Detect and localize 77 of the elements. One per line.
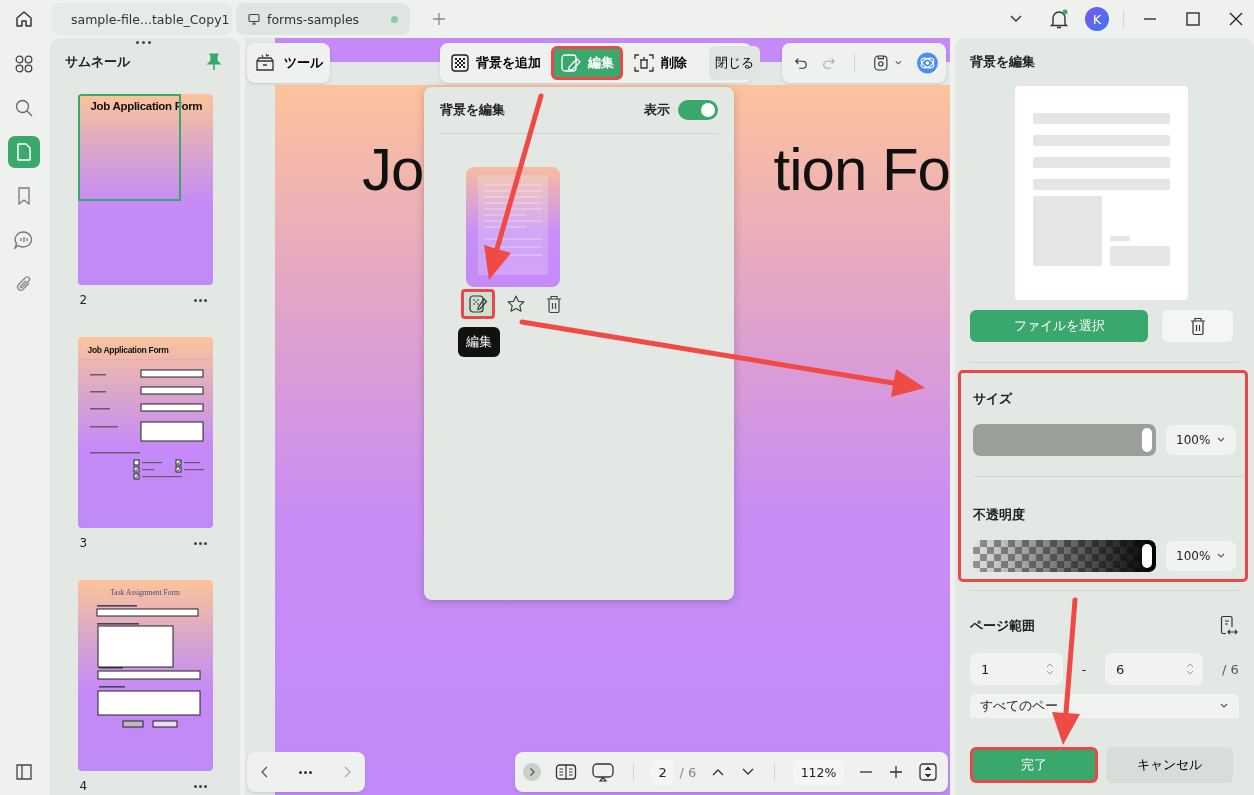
- document-tab[interactable]: forms-samples: [236, 3, 410, 35]
- background-thumbnail[interactable]: [466, 167, 560, 287]
- close-button[interactable]: [1228, 11, 1244, 27]
- show-toggle[interactable]: [678, 100, 718, 120]
- page-number: 3: [79, 536, 88, 550]
- panel-title: サムネール: [65, 53, 130, 71]
- star-icon: [506, 294, 526, 314]
- checkered-icon: [450, 53, 470, 73]
- toolbar-button[interactable]: 削除: [627, 46, 693, 80]
- trash-icon: [545, 294, 563, 314]
- zoom-in-icon[interactable]: [888, 764, 905, 780]
- remove-background-icon: [633, 53, 655, 73]
- toolbar-button[interactable]: 閉じる: [709, 46, 760, 80]
- page-range-label: ページ範囲: [970, 618, 1035, 634]
- edit-background-icon: [560, 53, 582, 73]
- status-dot: [391, 15, 398, 23]
- page-total: / 6: [1222, 661, 1239, 677]
- notification-bell-icon[interactable]: [1049, 8, 1069, 30]
- size-label: サイズ: [973, 391, 1014, 407]
- chevron-down-icon[interactable]: [1009, 14, 1023, 24]
- drag-handle-icon[interactable]: [136, 41, 151, 44]
- page-thumbnail[interactable]: Job Application Form: [77, 337, 213, 528]
- range-separator: -: [1080, 661, 1088, 677]
- page-scope-dropdown[interactable]: すべてのペー: [970, 694, 1239, 718]
- edit-background-icon: [468, 294, 488, 314]
- bookmark-icon: [16, 186, 32, 206]
- toolbox-icon: [254, 53, 276, 73]
- size-slider[interactable]: [973, 424, 1156, 456]
- home-icon: [14, 9, 34, 29]
- maximize-button[interactable]: [1185, 11, 1201, 27]
- page-number: 4: [79, 779, 88, 793]
- comment-icon: [13, 230, 35, 250]
- opacity-label: 不透明度: [973, 507, 1026, 523]
- page-number-field[interactable]: 2: [651, 759, 674, 785]
- toggle-label: 表示: [644, 101, 670, 119]
- popup-title: 背景を編集: [440, 101, 506, 119]
- panel-title: 背景を編集: [970, 53, 1036, 71]
- tooltip: 編集: [458, 327, 500, 357]
- ai-assistant-icon[interactable]: [917, 51, 938, 75]
- fit-page-icon[interactable]: [917, 762, 938, 782]
- edit-action-button[interactable]: [461, 289, 495, 319]
- sidebar-pages-button[interactable]: [8, 136, 40, 168]
- stepper-icon: [1185, 661, 1195, 677]
- page-total: / 6: [679, 764, 697, 780]
- page-swap-icon[interactable]: [1219, 615, 1239, 637]
- user-avatar[interactable]: K: [1085, 7, 1109, 31]
- page-heading: Jo: [362, 135, 424, 205]
- save-icon[interactable]: [872, 53, 889, 73]
- caret-icon: [1216, 552, 1226, 560]
- page-icon: [15, 142, 33, 162]
- search-icon: [14, 98, 34, 118]
- panel-toggle-icon[interactable]: [15, 763, 33, 781]
- caret-icon: [1219, 702, 1229, 710]
- page-heading: tion Fo: [773, 135, 950, 205]
- document-tab[interactable]: sample-file...table_Copy1: [52, 3, 232, 35]
- tools-button[interactable]: ツール: [247, 43, 330, 83]
- start-page-field[interactable]: 1: [970, 653, 1063, 685]
- paperclip-icon: [15, 274, 33, 294]
- book-view-icon[interactable]: [554, 763, 577, 781]
- toolbar-button[interactable]: 背景を追加: [444, 46, 547, 80]
- end-page-field[interactable]: 6: [1105, 653, 1203, 685]
- stepper-icon: [1045, 661, 1055, 677]
- expand-icon[interactable]: [523, 763, 541, 781]
- trash-icon: [1188, 316, 1207, 336]
- size-dropdown[interactable]: 100%: [1166, 425, 1236, 455]
- monitor-icon: [248, 13, 260, 25]
- page-number: 2: [79, 293, 88, 307]
- caret-icon: [1216, 436, 1226, 444]
- apps-icon: [14, 54, 34, 74]
- cancel-button[interactable]: キャンセル: [1106, 747, 1233, 783]
- zoom-field[interactable]: 112%: [792, 759, 845, 785]
- delete-button[interactable]: [1162, 310, 1233, 342]
- thumbnail-text: Job Application Form: [87, 345, 170, 355]
- opacity-dropdown[interactable]: 100%: [1166, 541, 1236, 571]
- presentation-icon[interactable]: [590, 762, 615, 782]
- opacity-slider[interactable]: [973, 540, 1156, 572]
- caret-icon[interactable]: [894, 59, 904, 67]
